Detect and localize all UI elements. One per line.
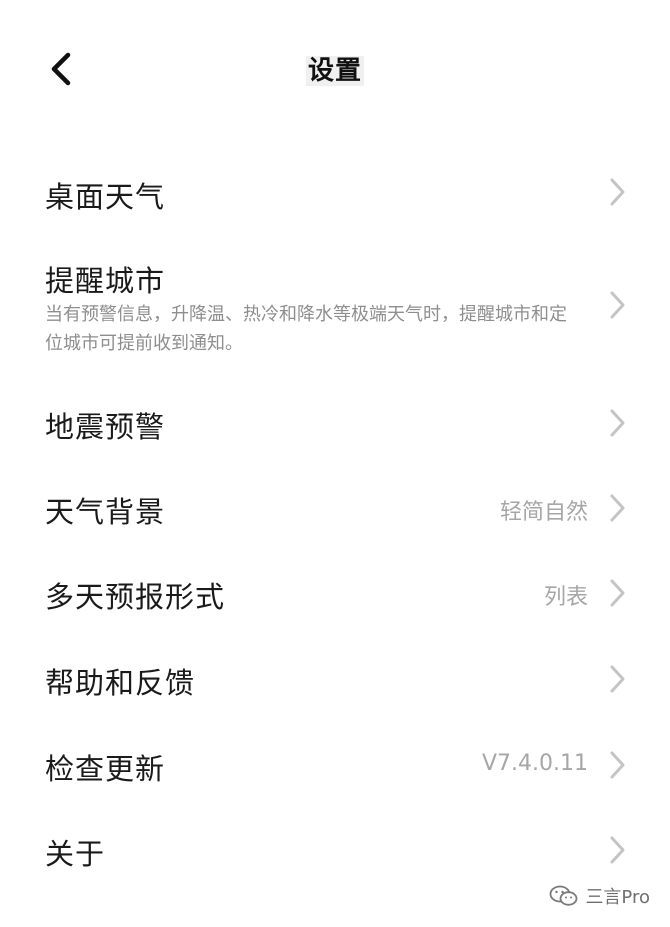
menu-item-title: 桌面天气 <box>45 180 166 214</box>
menu-item-title: 提醒城市 <box>45 264 166 298</box>
page-title: 设置 <box>0 50 670 87</box>
watermark: 三言Pro <box>549 883 650 909</box>
menu-item-earthquake-warning[interactable]: 地震预警 <box>0 380 670 465</box>
chevron-right-icon <box>610 494 625 522</box>
chevron-right-icon <box>610 665 625 693</box>
wechat-icon <box>550 885 578 906</box>
menu-item-value: 列表 <box>543 585 588 610</box>
menu-item-alert-cities[interactable]: 提醒城市 当有预警信息，升降温、热冷和降水等极端天气时，提醒城市和定位城市可提前… <box>0 240 670 375</box>
watermark-text: 三言Pro <box>585 887 650 908</box>
menu-item-value: 轻简自然 <box>499 500 588 525</box>
menu-item-desktop-weather[interactable]: 桌面天气 <box>0 150 670 235</box>
menu-item-title: 地震预警 <box>45 410 166 444</box>
chevron-right-icon <box>610 836 625 864</box>
menu-item-forecast-format[interactable]: 多天预报形式 列表 <box>0 550 670 635</box>
menu-item-help-feedback[interactable]: 帮助和反馈 <box>0 636 670 721</box>
menu-item-title: 多天预报形式 <box>45 580 226 614</box>
settings-page: 设置 桌面天气 提醒城市 当有预警信息，升降温、热冷和降水等极端天气时，提醒城市… <box>0 0 670 927</box>
menu-item-title: 帮助和反馈 <box>45 666 196 700</box>
menu-item-title: 检查更新 <box>45 752 166 786</box>
menu-item-description: 当有预警信息，升降温、热冷和降水等极端天气时，提醒城市和定位城市可提前收到通知。 <box>45 304 567 354</box>
chevron-right-icon <box>610 178 625 206</box>
chevron-right-icon <box>610 409 625 437</box>
menu-item-about[interactable]: 关于 <box>0 807 670 892</box>
menu-item-value: V7.4.0.11 <box>481 751 588 776</box>
page-title-text: 设置 <box>305 56 364 86</box>
header: 设置 <box>0 0 670 140</box>
menu-item-weather-background[interactable]: 天气背景 轻简自然 <box>0 465 670 550</box>
chevron-right-icon <box>610 579 625 607</box>
chevron-right-icon <box>610 291 625 319</box>
chevron-right-icon <box>610 751 625 779</box>
menu-item-title: 天气背景 <box>45 495 166 529</box>
menu-item-title: 关于 <box>45 837 106 871</box>
menu-item-check-update[interactable]: 检查更新 V7.4.0.11 <box>0 722 670 807</box>
